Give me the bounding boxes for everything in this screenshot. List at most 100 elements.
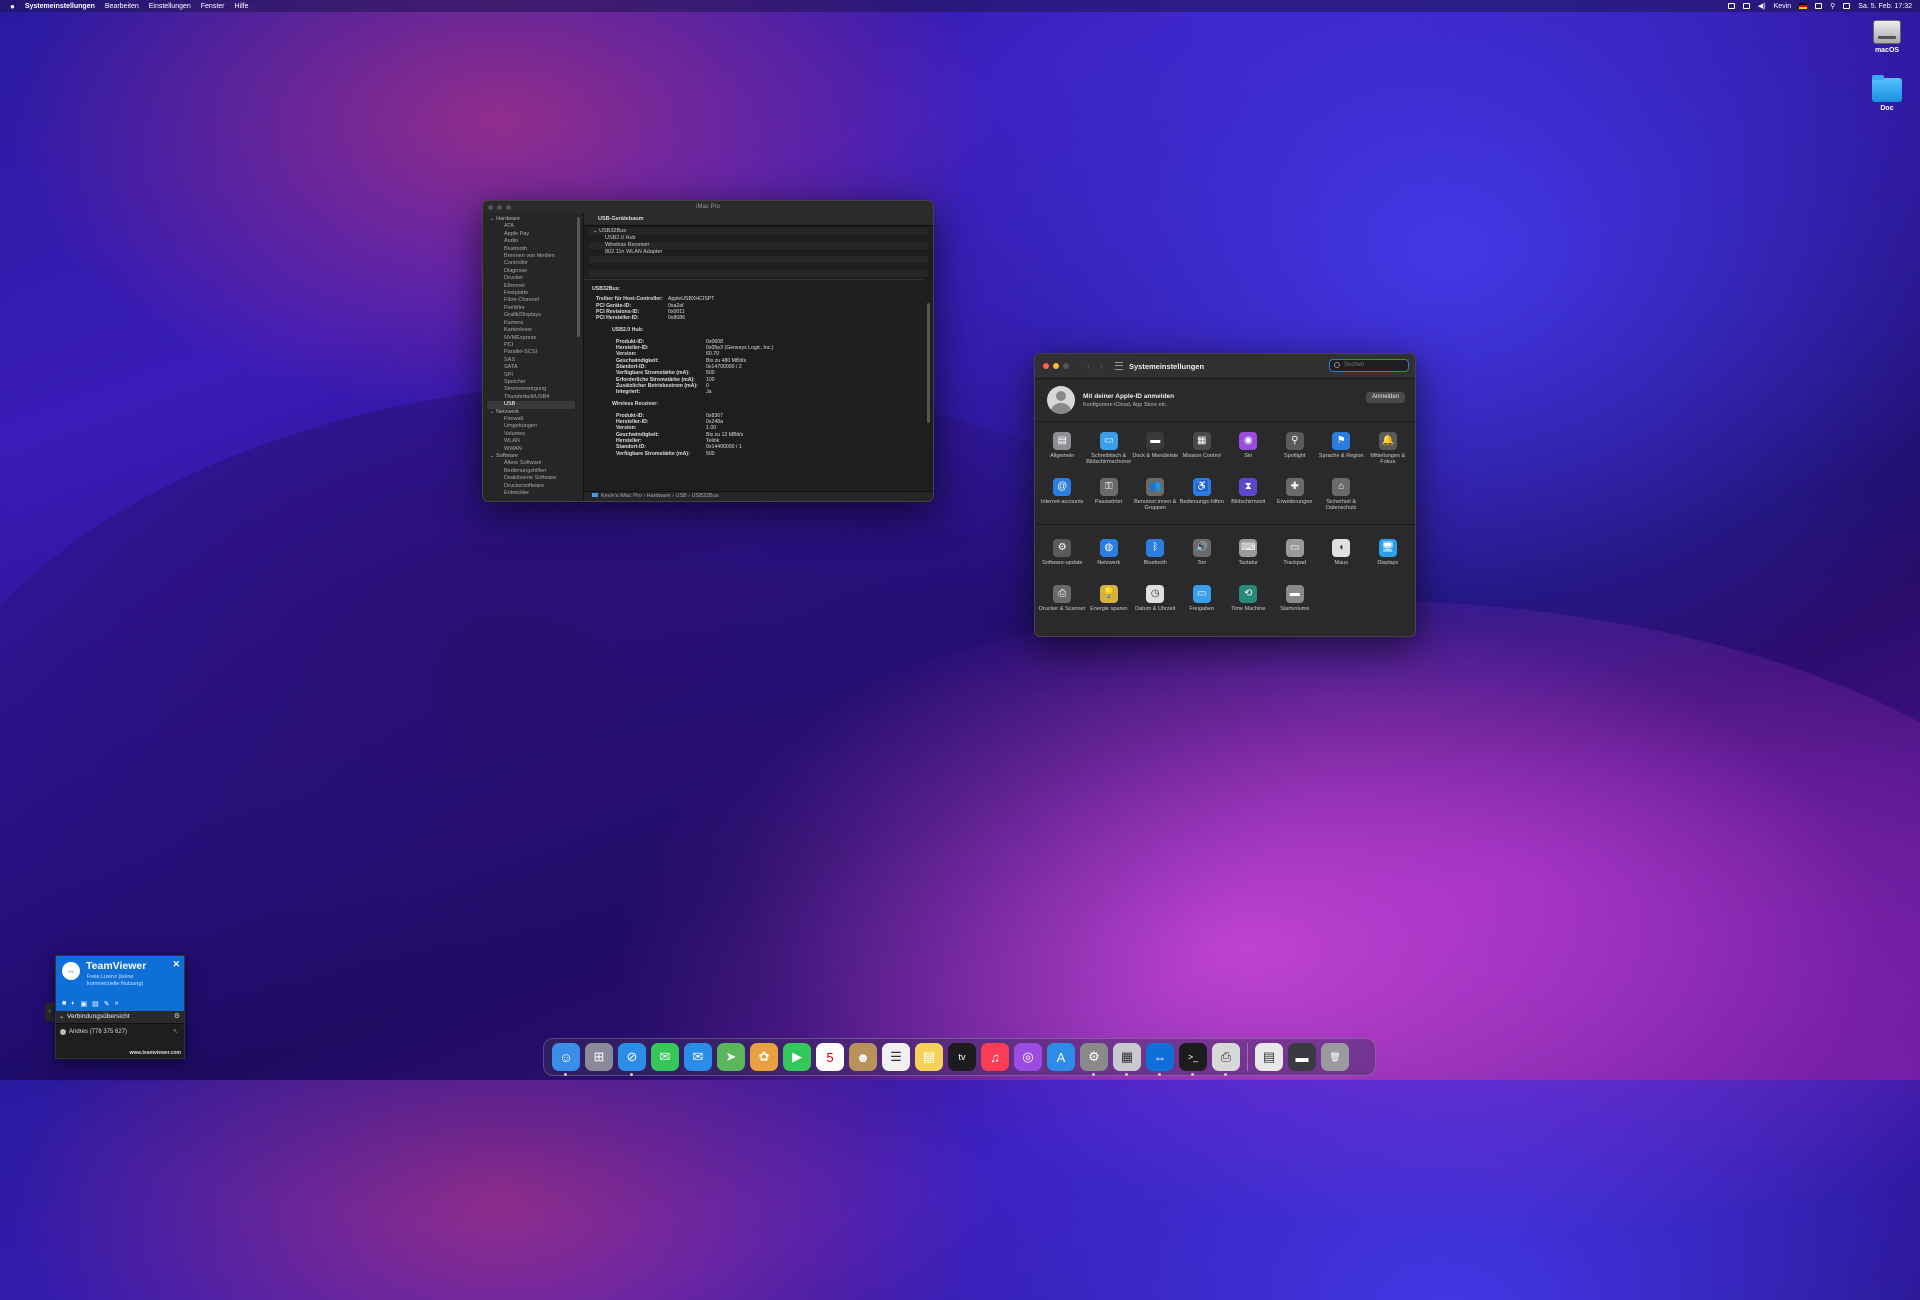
chat-icon[interactable]: ▣	[80, 1000, 87, 1008]
files-icon[interactable]: ▤	[92, 1000, 99, 1008]
pref-pane-users[interactable]: 👥 Benutzer:innen & Gruppen	[1132, 474, 1179, 520]
safari-icon[interactable]: ⊘	[618, 1043, 646, 1076]
podcasts-icon[interactable]: ◎	[1014, 1043, 1042, 1071]
tree-row-wireless-receiver[interactable]: Wireless Receiver	[589, 242, 928, 249]
sidebar-item[interactable]: SAS	[483, 357, 583, 364]
sidebar-item[interactable]: SPI	[483, 372, 583, 379]
spotlight-menu-icon[interactable]: ⚲	[1830, 2, 1835, 10]
photos-icon[interactable]: ✿	[750, 1043, 778, 1071]
sidebar-item[interactable]: Ältere Software	[483, 460, 583, 467]
control-center-icon[interactable]	[1815, 3, 1823, 9]
tree-row-usb32bus[interactable]: ⌄ USB32Bus	[589, 228, 928, 235]
input-source-flag-icon[interactable]	[1799, 3, 1808, 9]
system-information-icon[interactable]: ▦	[1113, 1043, 1141, 1076]
sign-in-button[interactable]: Anmelden	[1365, 392, 1405, 403]
zoom-button[interactable]	[1063, 363, 1069, 369]
sidebar-item[interactable]: Diagnose	[483, 268, 583, 275]
menu-user[interactable]: Kevin	[1774, 3, 1792, 10]
wifi-status-icon[interactable]	[1727, 3, 1735, 9]
menu-app-name[interactable]: Systemeinstellungen	[25, 3, 95, 10]
pref-pane-displays[interactable]: 🖥 Displays	[1365, 535, 1412, 581]
menu-datetime[interactable]: Sa. 5. Feb. 17:32	[1858, 3, 1912, 10]
tree-row-usb-hub[interactable]: USB2.0 Hub	[589, 235, 928, 242]
app-store-icon[interactable]: A	[1047, 1043, 1075, 1071]
teamviewer-url[interactable]: www.teamviewer.com	[129, 1050, 181, 1056]
title-bar[interactable]: ‹ › Systemeinstellungen Suchen	[1035, 354, 1415, 379]
document-icon[interactable]: ▤	[1255, 1043, 1283, 1071]
cursor-icon[interactable]: ↖	[173, 1024, 178, 1040]
notes-icon[interactable]: ▤	[915, 1043, 943, 1071]
pref-pane-dock[interactable]: ▬ Dock & Menüleiste	[1132, 428, 1179, 474]
sidebar-item[interactable]: Deaktivierte Software	[483, 475, 583, 482]
sidebar-item[interactable]: Bedienungshilfen	[483, 468, 583, 475]
minimize-button[interactable]	[1053, 363, 1059, 369]
menu-einstellungen[interactable]: Einstellungen	[149, 3, 191, 10]
sidebar-item[interactable]: WLAN	[483, 438, 583, 445]
avatar[interactable]	[1047, 386, 1075, 414]
launchpad-icon[interactable]: ⊞	[585, 1043, 613, 1071]
contacts-icon[interactable]: ☻	[849, 1043, 877, 1071]
sidebar-item[interactable]: Drucker	[483, 275, 583, 282]
battery-icon[interactable]	[1843, 3, 1851, 9]
sidebar-item[interactable]: Brennen von Medien	[483, 253, 583, 260]
pref-pane-desktop[interactable]: ▭ Schreibtisch & Bildschirmschoner	[1086, 428, 1133, 474]
pref-pane-siri[interactable]: ◉ Siri	[1225, 428, 1272, 474]
sidebar-item[interactable]: Audio	[483, 238, 583, 245]
pref-pane-notifications[interactable]: 🔔 Mitteilungen & Fokus	[1365, 428, 1412, 474]
forward-arrow-icon[interactable]: ›	[1100, 361, 1103, 371]
teamviewer-icon[interactable]: ⇔	[1146, 1043, 1174, 1076]
pref-pane-spotlight[interactable]: ⚲ Spotlight	[1272, 428, 1319, 474]
sidebar-item[interactable]: Umgebungen	[483, 423, 583, 430]
sidebar-item[interactable]: Apple Pay	[483, 231, 583, 238]
sidebar-scrollbar[interactable]	[577, 217, 580, 337]
pref-pane-sound[interactable]: 🔊 Ton	[1179, 535, 1226, 581]
sidebar-item[interactable]: Druckersoftware	[483, 483, 583, 490]
pref-pane-mission-control[interactable]: ▦ Mission Control	[1179, 428, 1226, 474]
sidebar-item[interactable]: Kamera	[483, 320, 583, 327]
preview-icon[interactable]: ⎙	[1212, 1043, 1240, 1076]
sidebar-item[interactable]: NVMExpress	[483, 335, 583, 342]
pref-pane-general[interactable]: ▤ Allgemein	[1039, 428, 1086, 474]
sidebar-item[interactable]: Ethernet	[483, 283, 583, 290]
pref-pane-time-machine[interactable]: ⟲ Time Machine	[1225, 581, 1272, 627]
teamviewer-expand-tab[interactable]: ›	[45, 1003, 54, 1021]
reminders-icon[interactable]: ☰	[882, 1043, 910, 1071]
draw-icon[interactable]: ✎	[104, 1000, 110, 1008]
sidebar-item[interactable]: Kartenleser	[483, 327, 583, 334]
volume-icon[interactable]: ◀)	[1758, 2, 1766, 10]
sidebar-item[interactable]: Fibre-Channel	[483, 297, 583, 304]
sidebar-item[interactable]: WWAN	[483, 446, 583, 453]
close-button[interactable]	[1043, 363, 1049, 369]
system-preferences-icon[interactable]: ⚙	[1080, 1043, 1108, 1076]
show-all-grid-icon[interactable]	[1115, 362, 1123, 370]
desktop-icon-doc[interactable]: Doc	[1862, 75, 1912, 112]
sidebar-item[interactable]: Entwickler	[483, 490, 583, 497]
tv-icon[interactable]: tv	[948, 1043, 976, 1071]
gear-icon[interactable]: ⚙	[174, 1011, 180, 1023]
sidebar-item[interactable]: Controller	[483, 260, 583, 267]
sidebar-group-network[interactable]: ⌄ Netzwerk	[483, 409, 583, 416]
sidebar-item[interactable]: SATA	[483, 364, 583, 371]
back-arrow-icon[interactable]: ‹	[1087, 361, 1090, 371]
pref-pane-language[interactable]: ⚑ Sprache & Region	[1318, 428, 1365, 474]
mail-icon[interactable]: ✉	[684, 1043, 712, 1071]
headset-icon[interactable]: ◐	[71, 1000, 75, 1008]
menu-fenster[interactable]: Fenster	[201, 3, 225, 10]
contact-row[interactable]: Andres (778 375 627) ↖	[56, 1024, 184, 1040]
pref-pane-printer[interactable]: ⎙ Drucker & Scanner	[1039, 581, 1086, 627]
search-input[interactable]: Suchen	[1329, 359, 1409, 372]
sidebar-item[interactable]: ATA	[483, 223, 583, 230]
sidebar-item[interactable]: USB	[487, 401, 575, 409]
sidebar-item[interactable]: Parallel-SCSI	[483, 349, 583, 356]
pref-pane-energy[interactable]: 💡 Energie sparen	[1086, 581, 1133, 627]
pref-pane-software-update[interactable]: ⚙ Software-update	[1039, 535, 1086, 581]
pref-pane-screen-time[interactable]: ⧗ Bildschirmzeit	[1225, 474, 1272, 520]
sidebar-item[interactable]: Bluetooth	[483, 246, 583, 253]
sidebar-item[interactable]: Volumes	[483, 431, 583, 438]
pref-pane-network[interactable]: ◍ Netzwerk	[1086, 535, 1133, 581]
menu-hilfe[interactable]: Hilfe	[235, 3, 249, 10]
sidebar-item[interactable]: FireWire	[483, 305, 583, 312]
sidebar-group-hardware[interactable]: ⌄ Hardware	[483, 216, 583, 223]
pref-pane-mouse[interactable]: ◖ Maus	[1318, 535, 1365, 581]
calendar-icon[interactable]: 5	[816, 1043, 844, 1071]
